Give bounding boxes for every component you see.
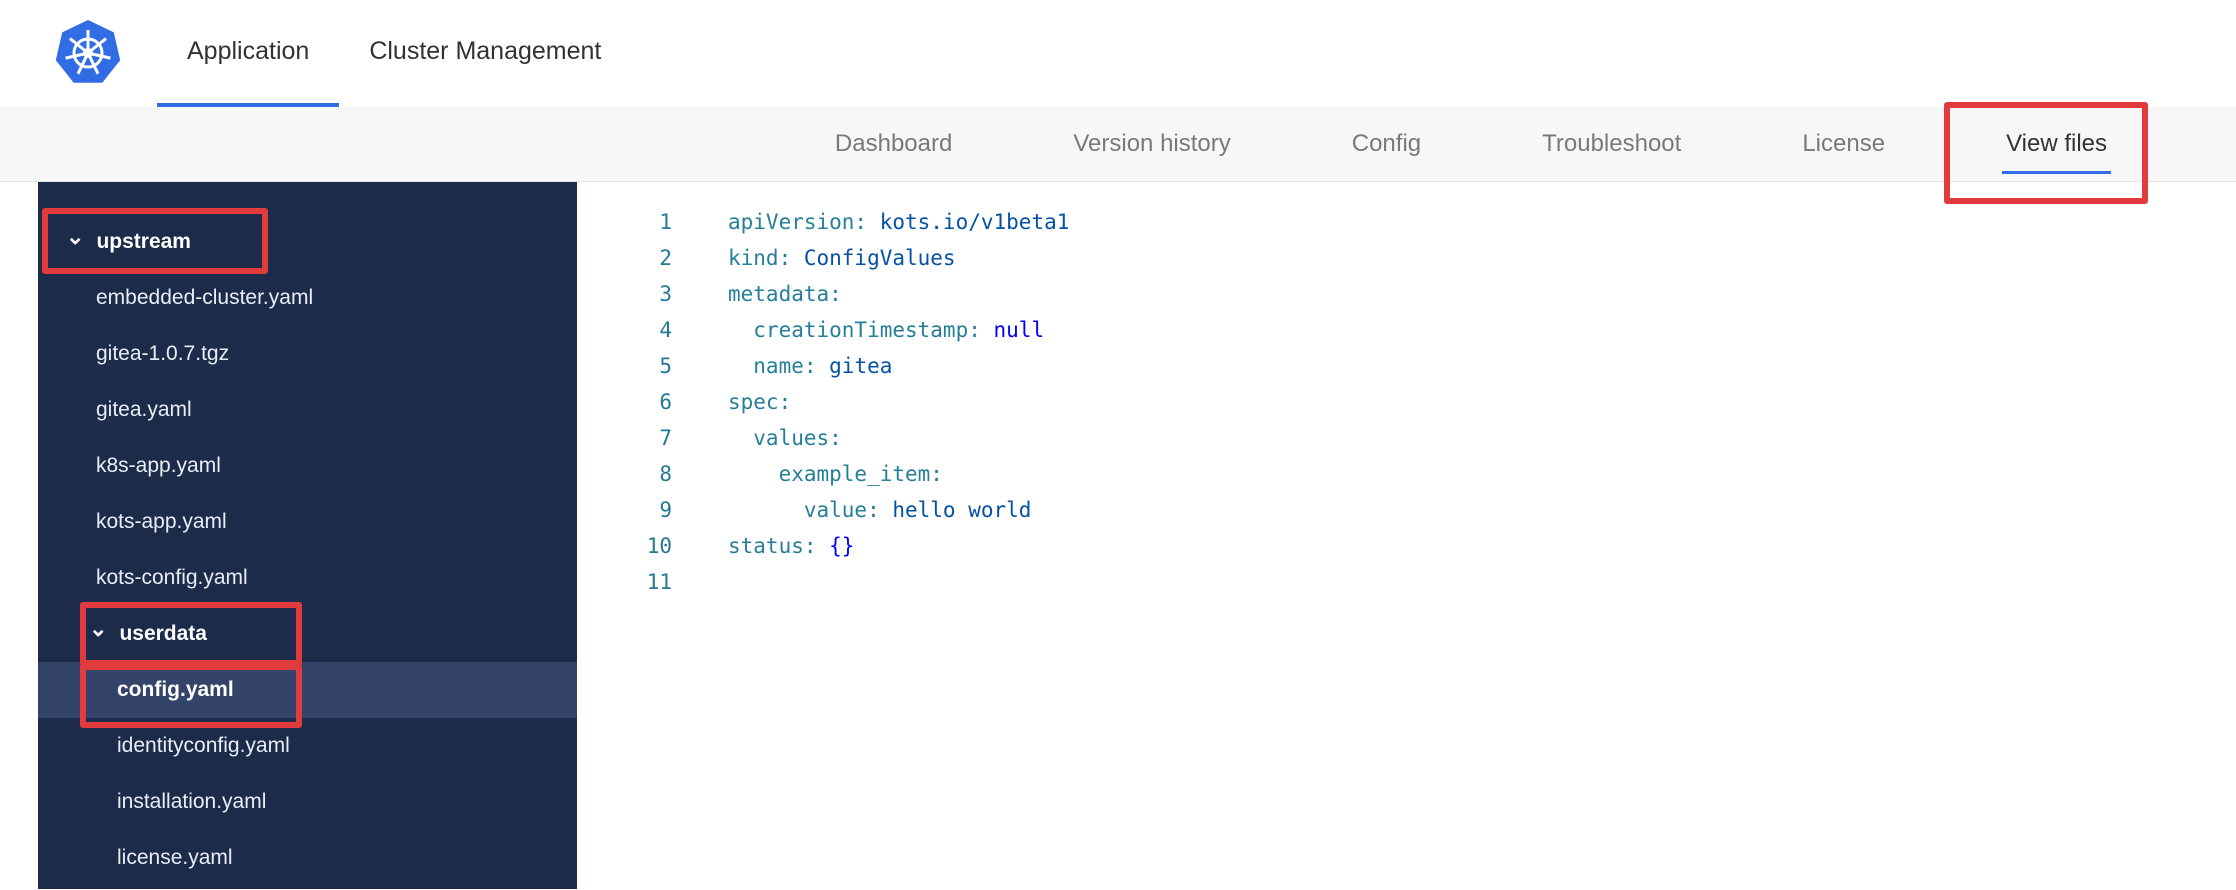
tree-file-kots-config[interactable]: kots-config.yaml xyxy=(38,550,577,606)
code-line: 6 spec: xyxy=(577,384,2236,420)
app-subnav: Dashboard Version history Config Trouble… xyxy=(0,107,2236,182)
tree-file-kots-app[interactable]: kots-app.yaml xyxy=(38,494,577,550)
tree-file-label: embedded-cluster.yaml xyxy=(96,286,314,309)
subnav-tab-view-files[interactable]: View files xyxy=(2002,130,2111,174)
line-number: 2 xyxy=(659,246,672,270)
line-number: 4 xyxy=(659,318,672,342)
line-number: 1 xyxy=(659,210,672,234)
tree-file-installation[interactable]: installation.yaml xyxy=(38,774,577,830)
subnav-tab-config[interactable]: Config xyxy=(1352,130,1421,158)
tree-file-label: config.yaml xyxy=(117,678,234,701)
subnav-tab-troubleshoot[interactable]: Troubleshoot xyxy=(1542,130,1681,158)
line-number: 8 xyxy=(659,462,672,486)
tab-application[interactable]: Application xyxy=(157,0,340,107)
tree-file-label: license.yaml xyxy=(117,846,233,869)
code-line: 8 example_item: xyxy=(577,456,2236,492)
tree-file-label: kots-config.yaml xyxy=(96,566,248,589)
tree-file-label: installation.yaml xyxy=(117,790,267,813)
line-number: 5 xyxy=(659,354,672,378)
tree-file-k8s-app[interactable]: k8s-app.yaml xyxy=(38,438,577,494)
tree-file-label: kots-app.yaml xyxy=(96,510,227,533)
tree-file-license[interactable]: license.yaml xyxy=(38,830,577,886)
code-line: 3 metadata: xyxy=(577,276,2236,312)
tree-file-label: identityconfig.yaml xyxy=(117,734,290,757)
line-number: 3 xyxy=(659,282,672,306)
tree-file-label: gitea-1.0.7.tgz xyxy=(96,342,230,365)
tree-file-gitea-tgz[interactable]: gitea-1.0.7.tgz xyxy=(38,326,577,382)
file-tree-sidebar: ⌄ upstream embedded-cluster.yaml gitea-1… xyxy=(38,182,577,889)
chevron-down-icon[interactable]: ⌄ xyxy=(89,618,107,640)
code-line: 1 apiVersion: kots.io/v1beta1 xyxy=(577,204,2236,240)
tree-file-label: gitea.yaml xyxy=(96,398,192,421)
chevron-down-icon[interactable]: ⌄ xyxy=(66,226,84,248)
top-tabs: Application Cluster Management xyxy=(157,0,631,107)
main-area: ⌄ upstream embedded-cluster.yaml gitea-1… xyxy=(0,182,2236,889)
code-line: 4 creationTimestamp: null xyxy=(577,312,2236,348)
subnav-tab-license[interactable]: License xyxy=(1802,130,1885,158)
code-line: 5 name: gitea xyxy=(577,348,2236,384)
tab-cluster-management[interactable]: Cluster Management xyxy=(339,0,631,107)
line-number: 9 xyxy=(659,498,672,522)
subnav-tab-dashboard[interactable]: Dashboard xyxy=(835,130,952,158)
line-number: 10 xyxy=(646,534,672,558)
tree-file-identityconfig[interactable]: identityconfig.yaml xyxy=(38,718,577,774)
tree-file-label: k8s-app.yaml xyxy=(96,454,221,477)
yaml-file-viewer[interactable]: 1 apiVersion: kots.io/v1beta1 2 kind: Co… xyxy=(577,182,2236,889)
code-line: 2 kind: ConfigValues xyxy=(577,240,2236,276)
tree-file-config-yaml-selected[interactable]: config.yaml xyxy=(38,662,577,718)
subnav-tab-version-history[interactable]: Version history xyxy=(1073,130,1230,158)
line-number: 6 xyxy=(659,390,672,414)
line-number: 7 xyxy=(659,426,672,450)
tree-folder-upstream[interactable]: ⌄ upstream xyxy=(38,214,577,270)
code-line: 10 status: {} xyxy=(577,528,2236,564)
code-line: 11 xyxy=(577,564,2236,600)
tree-folder-userdata[interactable]: ⌄ userdata xyxy=(38,606,577,662)
tree-folder-label: upstream xyxy=(96,230,191,253)
kubernetes-logo[interactable] xyxy=(55,20,121,86)
tree-folder-label: userdata xyxy=(119,622,207,645)
tree-file-embedded-cluster[interactable]: embedded-cluster.yaml xyxy=(38,270,577,326)
kubernetes-logo-icon xyxy=(55,20,121,83)
tree-file-gitea-yaml[interactable]: gitea.yaml xyxy=(38,382,577,438)
code-line: 7 values: xyxy=(577,420,2236,456)
top-nav-bar: Application Cluster Management xyxy=(0,0,2236,107)
code-line: 9 value: hello world xyxy=(577,492,2236,528)
line-number: 11 xyxy=(646,570,672,594)
